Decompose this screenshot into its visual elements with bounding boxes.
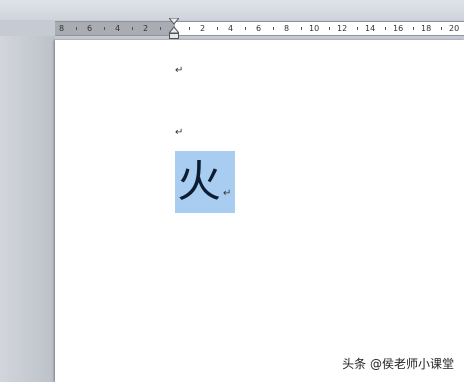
ruler-label: 16 [393, 24, 404, 33]
ruler-tick [189, 27, 190, 30]
ruler-label: 4 [115, 24, 121, 33]
ruler-label: 10 [309, 24, 320, 33]
ruler-tick [132, 27, 133, 30]
selected-character[interactable]: 火 [177, 153, 221, 211]
ruler-label: 8 [284, 24, 290, 33]
ruler-tick [385, 27, 386, 30]
window-top-strip [0, 0, 464, 20]
paragraph-mark: ↵ [175, 127, 184, 138]
horizontal-ruler[interactable]: 8 6 4 2 2 4 6 8 10 12 14 16 18 20 [55, 21, 464, 36]
ruler-label: 2 [143, 24, 149, 33]
ruler-tick [76, 27, 77, 30]
paragraph-mark: ↵ [175, 65, 184, 76]
ruler-label: 2 [200, 24, 206, 33]
ruler-tick [413, 27, 414, 30]
ruler-label: 18 [421, 24, 432, 33]
ruler-tick [245, 27, 246, 30]
ruler-label: 14 [365, 24, 376, 33]
ruler-tick [217, 27, 218, 30]
ruler-tick [160, 27, 161, 30]
ruler-label: 12 [337, 24, 348, 33]
watermark: 头条 @侯老师小课堂 [342, 357, 454, 371]
ruler-tick [441, 27, 442, 30]
ruler-tick [104, 27, 105, 30]
ruler-label: 4 [228, 24, 234, 33]
document-page[interactable] [55, 40, 464, 382]
ruler-label: 20 [449, 24, 460, 33]
ruler-label: 6 [87, 24, 93, 33]
indent-marker-icon[interactable] [169, 18, 179, 40]
paragraph-mark: ↵ [223, 188, 232, 199]
ruler-tick [301, 27, 302, 30]
ruler-label: 6 [256, 24, 262, 33]
ruler-label: 8 [59, 24, 65, 33]
ruler-tick [357, 27, 358, 30]
left-workspace-band [0, 36, 55, 382]
ruler-tick [329, 27, 330, 30]
ruler-tick [273, 27, 274, 30]
